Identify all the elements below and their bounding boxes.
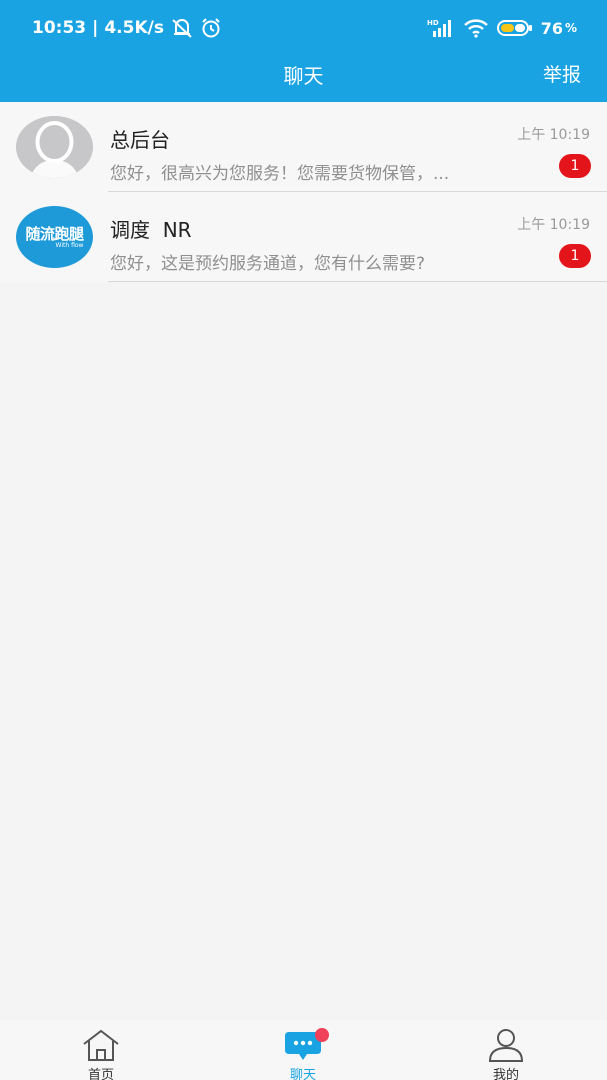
alarm-icon — [202, 18, 220, 38]
chat-time: 上午 10:19 — [517, 217, 590, 233]
tab-me[interactable]: 我的 — [446, 1020, 566, 1080]
status-time: 10:53 — [32, 18, 87, 38]
chat-name: 调度 NR — [110, 218, 192, 242]
chat-preview: 您好，很高兴为您服务！您需要货物保管，... — [110, 164, 450, 184]
brand-logo-subtext: With flow — [55, 241, 84, 249]
chat-name: 总后台 — [110, 128, 170, 152]
chat-icon — [283, 1028, 329, 1062]
tab-home[interactable]: 首页 — [41, 1020, 161, 1080]
divider — [108, 281, 607, 282]
chat-preview: 您好，这是预约服务通道，您有什么需要? — [110, 254, 426, 274]
status-right: HD 76 % — [426, 18, 577, 38]
default-user-icon — [16, 116, 93, 178]
chat-time: 上午 10:19 — [517, 127, 590, 143]
network-speed: 4.5K/s — [104, 18, 164, 38]
chat-list: 总后台 上午 10:19 您好，很高兴为您服务！您需要货物保管，... 1 随流… — [0, 102, 607, 282]
battery-icon — [496, 20, 532, 36]
bottom-tab-bar: 首页 聊天 我的 — [0, 1020, 607, 1080]
brand-logo: 随流跑腿 With flow — [16, 206, 93, 268]
home-icon — [81, 1028, 121, 1062]
page-title: 聊天 — [283, 64, 324, 88]
wifi-icon — [463, 19, 488, 38]
new-message-dot — [315, 1028, 329, 1042]
status-left: 10:53 | 4.5K/s — [32, 16, 222, 40]
tab-chat[interactable]: 聊天 — [243, 1020, 363, 1080]
report-button[interactable]: 举报 — [543, 60, 581, 87]
tab-label: 我的 — [492, 1068, 519, 1080]
unread-badge: 1 — [559, 244, 591, 268]
tab-label: 首页 — [87, 1068, 114, 1080]
chat-item-backoffice[interactable]: 总后台 上午 10:19 您好，很高兴为您服务！您需要货物保管，... 1 — [0, 102, 607, 192]
tab-label: 聊天 — [289, 1068, 316, 1080]
status-bar: 10:53 | 4.5K/s HD 76 % — [0, 0, 607, 56]
chat-item-dispatch[interactable]: 随流跑腿 With flow 调度 NR 上午 10:19 您好，这是预约服务通… — [0, 192, 607, 282]
app-header: 10:53 | 4.5K/s HD 76 % 聊天 举报 — [0, 0, 607, 102]
svg-text:HD: HD — [427, 19, 439, 27]
signal-icon: HD — [427, 19, 451, 37]
brand-logo-text: 随流跑腿 — [25, 224, 84, 243]
user-icon — [486, 1028, 526, 1062]
battery-level: 76 — [540, 18, 563, 38]
unread-badge: 1 — [559, 154, 591, 178]
mute-icon — [172, 19, 192, 38]
title-bar: 聊天 举报 — [0, 56, 607, 102]
